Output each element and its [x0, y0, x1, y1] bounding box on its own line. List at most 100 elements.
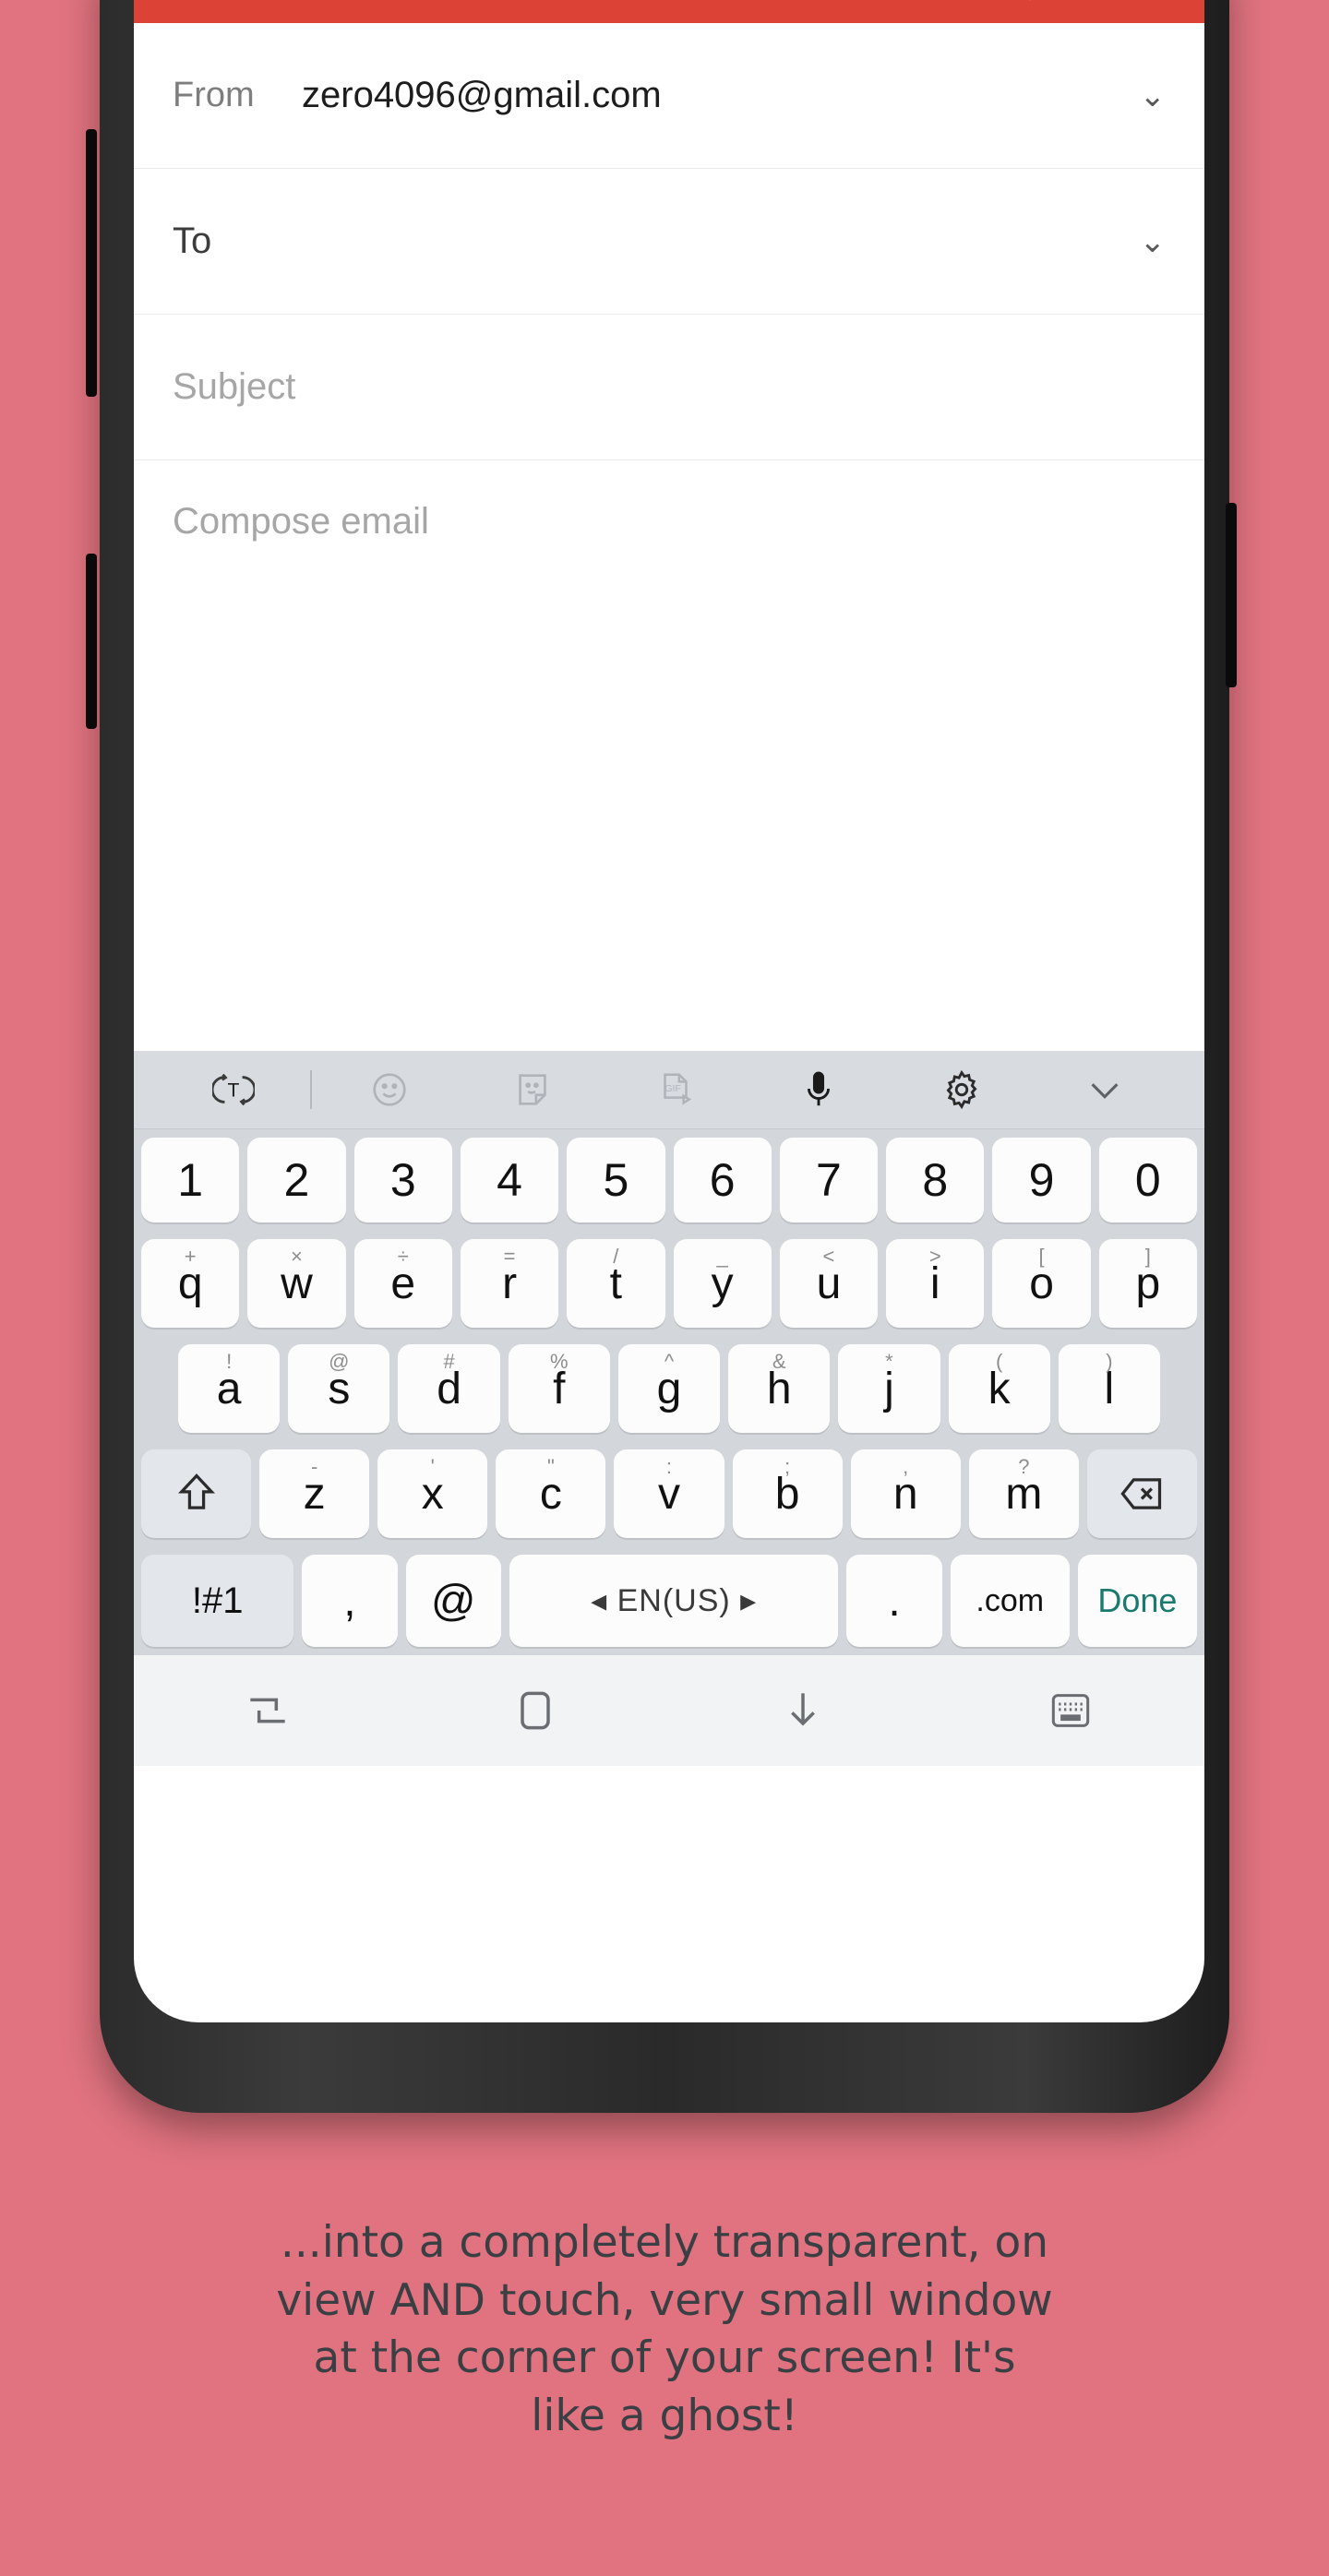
- microphone-icon[interactable]: [748, 1068, 891, 1111]
- key-superscript: #: [443, 1350, 455, 1373]
- key-9[interactable]: 9: [992, 1138, 1091, 1222]
- key-j[interactable]: * j: [838, 1344, 940, 1433]
- key-superscript: ×: [291, 1245, 303, 1268]
- key-superscript: _: [716, 1245, 728, 1268]
- email-body-field[interactable]: Compose email: [134, 460, 1204, 1051]
- toolbar-divider: [310, 1070, 313, 1109]
- key-v[interactable]: :v: [614, 1449, 724, 1538]
- keyboard-row-home: ! a @ s # d% f ^ g & h * j(k) l: [134, 1336, 1204, 1441]
- key-2[interactable]: 2: [247, 1138, 346, 1222]
- key-n[interactable]: ,n: [850, 1449, 961, 1538]
- key-superscript: :: [665, 1455, 673, 1478]
- key-superscript: /: [613, 1245, 619, 1268]
- key-h[interactable]: & h: [728, 1344, 831, 1433]
- period-key[interactable]: .: [846, 1555, 942, 1647]
- key-superscript: ,: [903, 1455, 909, 1478]
- key-m[interactable]: ? m: [968, 1449, 1079, 1538]
- key-1[interactable]: 1: [141, 1138, 240, 1222]
- chevron-down-icon[interactable]: ⌄: [1140, 78, 1167, 114]
- phone-screen: ‹ Compose From zero4096@gmail.com ⌄ To ⌄…: [134, 0, 1204, 2022]
- key-6[interactable]: 6: [673, 1138, 772, 1222]
- key-superscript: >: [928, 1245, 941, 1268]
- key-t[interactable]: / t: [567, 1239, 665, 1328]
- svg-text:GIF: GIF: [664, 1083, 681, 1094]
- key-superscript: ^: [664, 1350, 675, 1373]
- from-field[interactable]: From zero4096@gmail.com ⌄: [134, 23, 1204, 169]
- to-field[interactable]: To ⌄: [134, 169, 1204, 315]
- shift-key[interactable]: [141, 1449, 252, 1538]
- gif-icon[interactable]: GIF: [604, 1068, 747, 1111]
- dotcom-key[interactable]: .com: [950, 1555, 1070, 1647]
- key-e[interactable]: ÷ e: [353, 1239, 452, 1328]
- caption-line-4: like a ghost!: [531, 2390, 798, 2441]
- key-q[interactable]: + q: [141, 1239, 240, 1328]
- key-superscript: [: [1038, 1245, 1045, 1268]
- emoji-icon[interactable]: [317, 1068, 461, 1111]
- backspace-key[interactable]: [1086, 1449, 1197, 1538]
- key-a[interactable]: ! a: [178, 1344, 281, 1433]
- home-icon[interactable]: [401, 1685, 669, 1736]
- key-superscript: ]: [1144, 1245, 1151, 1268]
- comma-key[interactable]: ,: [302, 1555, 398, 1647]
- sticker-icon[interactable]: [461, 1068, 604, 1111]
- key-x[interactable]: ' x: [377, 1449, 488, 1538]
- back-arrow-icon[interactable]: ‹: [158, 0, 213, 9]
- done-key[interactable]: Done: [1077, 1555, 1197, 1647]
- key-label: 8: [922, 1154, 949, 1206]
- key-g[interactable]: ^ g: [617, 1344, 721, 1433]
- translate-icon[interactable]: T: [162, 1068, 305, 1111]
- recents-icon[interactable]: [134, 1685, 401, 1736]
- overflow-menu-icon[interactable]: [1132, 0, 1180, 8]
- caption: ...into a completely transparent, on vie…: [0, 2214, 1329, 2445]
- key-p[interactable]: ] p: [1098, 1239, 1197, 1328]
- app-bar: ‹ Compose: [134, 0, 1204, 23]
- key-s[interactable]: @ s: [288, 1344, 390, 1433]
- key-f[interactable]: % f: [508, 1344, 610, 1433]
- key-label: 1: [177, 1154, 204, 1206]
- key-l[interactable]: ) l: [1058, 1344, 1160, 1433]
- key-label: 4: [497, 1154, 522, 1206]
- power-button[interactable]: [1226, 503, 1237, 687]
- at-key[interactable]: @: [405, 1555, 501, 1647]
- key-k[interactable]: (k: [948, 1344, 1050, 1433]
- keyboard-row-bottom: !#1 , @ ◂ EN(US) ▸ . .com Done: [134, 1546, 1204, 1655]
- space-key[interactable]: ◂ EN(US) ▸: [509, 1555, 839, 1647]
- key-r[interactable]: = r: [460, 1239, 559, 1328]
- key-b[interactable]: ; b: [732, 1449, 843, 1538]
- keyboard-row-numbers: 1 2 3 4 5 6 7 8 9 0: [134, 1129, 1204, 1231]
- key-u[interactable]: < u: [779, 1239, 879, 1328]
- key-z[interactable]: -z: [259, 1449, 370, 1538]
- key-8[interactable]: 8: [886, 1138, 985, 1222]
- symbols-key[interactable]: !#1: [141, 1555, 294, 1647]
- key-0[interactable]: 0: [1098, 1138, 1197, 1222]
- key-d[interactable]: # d: [398, 1344, 500, 1433]
- keyboard-settings-icon[interactable]: [891, 1068, 1034, 1111]
- key-4[interactable]: 4: [460, 1138, 559, 1222]
- key-7[interactable]: 7: [779, 1138, 879, 1222]
- key-label: 3: [389, 1154, 416, 1206]
- collapse-keyboard-icon[interactable]: [1034, 1068, 1177, 1111]
- key-c[interactable]: " c: [496, 1449, 606, 1538]
- keyboard-switch-icon[interactable]: [937, 1685, 1204, 1736]
- key-superscript: *: [885, 1350, 893, 1373]
- key-superscript: ;: [784, 1455, 791, 1478]
- bixby-button[interactable]: [86, 554, 97, 729]
- subject-field[interactable]: Subject: [134, 315, 1204, 460]
- body-placeholder: Compose email: [173, 501, 429, 542]
- caption-line-1: ...into a completely transparent, on: [280, 2217, 1049, 2268]
- key-y[interactable]: _ y: [673, 1239, 772, 1328]
- key-superscript: @: [329, 1350, 350, 1373]
- key-i[interactable]: > i: [886, 1239, 985, 1328]
- volume-button[interactable]: [86, 129, 97, 397]
- hide-keyboard-icon[interactable]: [669, 1685, 937, 1736]
- keyboard-row-zxcv: - z ' x " c: v; b, n? m: [134, 1441, 1204, 1546]
- key-3[interactable]: 3: [353, 1138, 452, 1222]
- navigation-bar: [134, 1655, 1204, 1766]
- key-w[interactable]: × w: [247, 1239, 346, 1328]
- page-title: Compose: [213, 0, 996, 2]
- key-o[interactable]: [o: [992, 1239, 1091, 1328]
- chevron-down-icon[interactable]: ⌄: [1140, 223, 1167, 260]
- key-5[interactable]: 5: [567, 1138, 665, 1222]
- attachment-icon[interactable]: [996, 0, 1064, 8]
- send-icon[interactable]: [1064, 0, 1132, 8]
